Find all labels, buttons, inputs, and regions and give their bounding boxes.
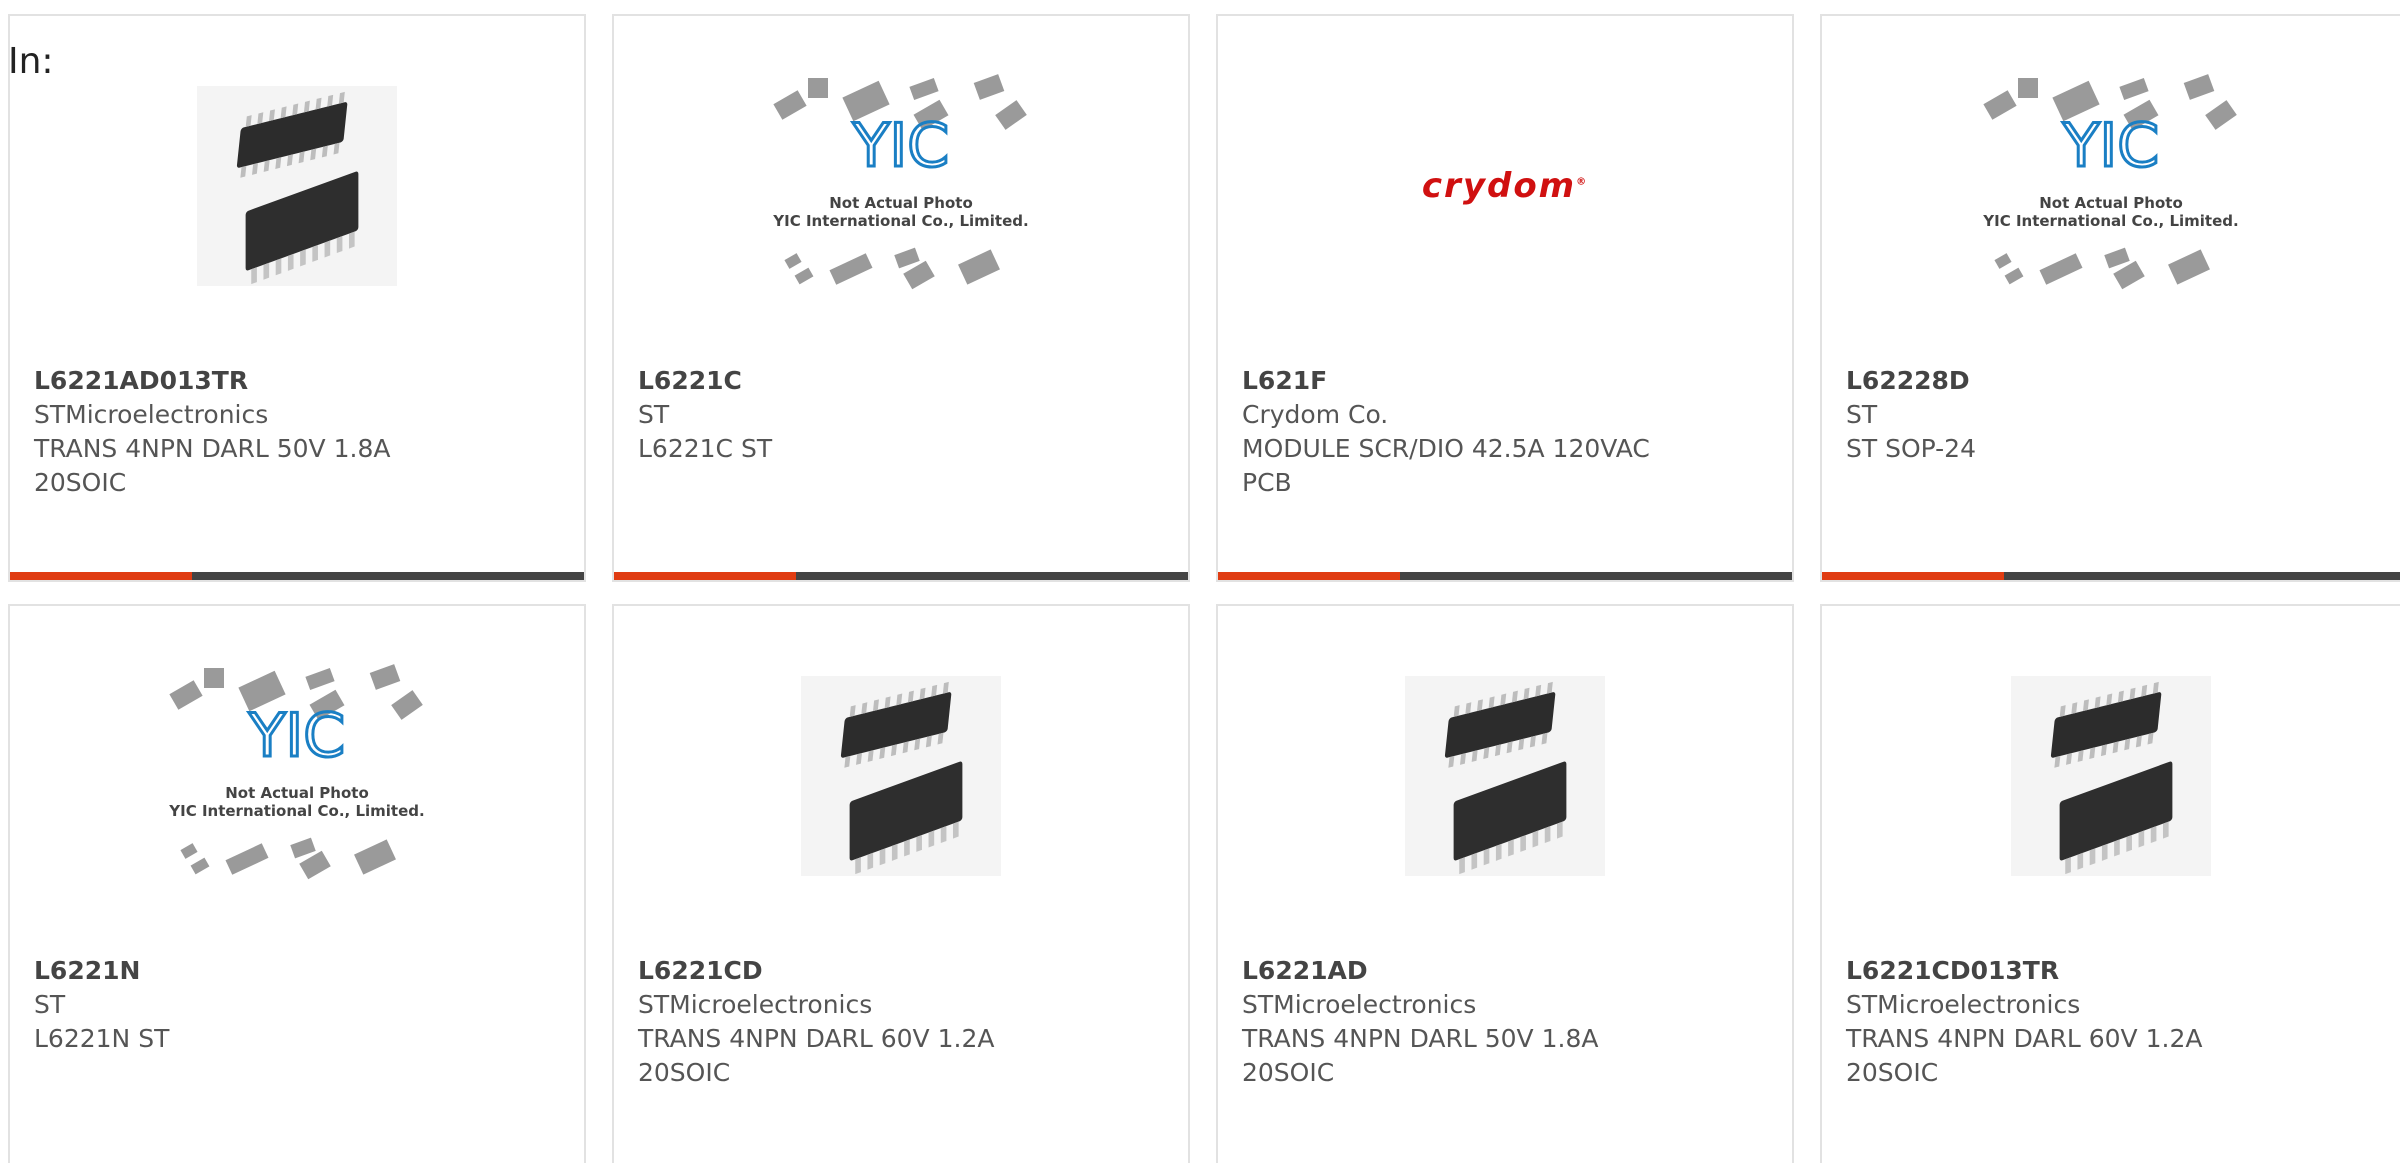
- product-card[interactable]: YIC Not Actual Photo YIC International C…: [1820, 14, 2400, 582]
- page: In: L6221AD013TR STMicroelectronics TRAN…: [0, 0, 2400, 1163]
- product-info: L62228D ST ST SOP-24: [1846, 364, 2376, 466]
- product-image: YIC Not Actual Photo YIC International C…: [1822, 16, 2400, 356]
- svg-text:Not Actual Photo: Not Actual Photo: [829, 194, 973, 212]
- product-image: [10, 16, 584, 356]
- description-line2: 20SOIC: [1846, 1058, 1939, 1087]
- soic-chips-photo-icon: [2011, 676, 2211, 876]
- product-card[interactable]: L6221CD STMicroelectronics TRANS 4NPN DA…: [612, 604, 1190, 1163]
- manufacturer: STMicroelectronics: [1846, 990, 2081, 1019]
- part-number[interactable]: L6221AD: [1242, 954, 1768, 988]
- product-card[interactable]: YIC Not Actual Photo YIC International C…: [612, 14, 1190, 582]
- card-bar-accent: [1822, 572, 2004, 580]
- card-bar: [1822, 572, 2400, 580]
- yic-logo: YIC: [248, 701, 345, 771]
- product-info: L6221CD STMicroelectronics TRANS 4NPN DA…: [638, 954, 1164, 1090]
- svg-text:YIC International Co., Limited: YIC International Co., Limited.: [168, 802, 424, 820]
- svg-text:YIC International Co., Limited: YIC International Co., Limited.: [772, 212, 1028, 230]
- manufacturer: ST: [1846, 400, 1878, 429]
- description-line2: 20SOIC: [638, 1058, 731, 1087]
- product-info: L6221AD STMicroelectronics TRANS 4NPN DA…: [1242, 954, 1768, 1090]
- yic-placeholder-icon: YIC Not Actual Photo YIC International C…: [168, 664, 425, 880]
- card-bar-accent: [10, 572, 192, 580]
- description-line2: 20SOIC: [1242, 1058, 1335, 1087]
- card-bar-accent: [1218, 572, 1400, 580]
- soic-chips-photo-icon: [801, 676, 1001, 876]
- yic-placeholder-icon: YIC Not Actual Photo YIC International C…: [1982, 74, 2239, 290]
- product-grid: L6221AD013TR STMicroelectronics TRANS 4N…: [0, 0, 2400, 1163]
- svg-text:Not Actual Photo: Not Actual Photo: [225, 784, 369, 802]
- card-bar: [614, 572, 1188, 580]
- product-image: YIC Not Actual Photo YIC International C…: [614, 16, 1188, 356]
- part-number[interactable]: L6221C: [638, 364, 1164, 398]
- in-label: In:: [8, 41, 54, 82]
- description: TRANS 4NPN DARL 60V 1.2A: [1846, 1024, 2203, 1053]
- product-card[interactable]: L6221AD STMicroelectronics TRANS 4NPN DA…: [1216, 604, 1794, 1163]
- part-number[interactable]: L6221N: [34, 954, 560, 988]
- soic-chips-photo-icon: [197, 86, 397, 286]
- product-image: crydom®: [1218, 16, 1792, 356]
- description: L6221C ST: [638, 434, 773, 463]
- product-image: YIC Not Actual Photo YIC International C…: [10, 606, 584, 946]
- description-line2: PCB: [1242, 468, 1292, 497]
- product-info: L6221N ST L6221N ST: [34, 954, 560, 1056]
- svg-text:Not Actual Photo: Not Actual Photo: [2039, 194, 2183, 212]
- product-card[interactable]: L6221CD013TR STMicroelectronics TRANS 4N…: [1820, 604, 2400, 1163]
- manufacturer: STMicroelectronics: [1242, 990, 1477, 1019]
- part-number[interactable]: L6221CD: [638, 954, 1164, 988]
- svg-text:YIC International Co., Limited: YIC International Co., Limited.: [1982, 212, 2238, 230]
- product-card[interactable]: YIC Not Actual Photo YIC International C…: [8, 604, 586, 1163]
- yic-placeholder-icon: YIC Not Actual Photo YIC International C…: [772, 74, 1029, 290]
- yic-logo: YIC: [2062, 111, 2159, 181]
- description: TRANS 4NPN DARL 50V 1.8A: [1242, 1024, 1599, 1053]
- product-info: L6221C ST L6221C ST: [638, 364, 1164, 466]
- manufacturer: STMicroelectronics: [34, 400, 269, 429]
- product-image: [1822, 606, 2400, 946]
- manufacturer: ST: [34, 990, 66, 1019]
- part-number[interactable]: L6221AD013TR: [34, 364, 560, 398]
- description-line2: 20SOIC: [34, 468, 127, 497]
- product-image: [614, 606, 1188, 946]
- soic-chips-photo-icon: [1405, 676, 1605, 876]
- part-number[interactable]: L621F: [1242, 364, 1768, 398]
- yic-logo: YIC: [852, 111, 949, 181]
- description: TRANS 4NPN DARL 60V 1.2A: [638, 1024, 995, 1053]
- manufacturer: ST: [638, 400, 670, 429]
- card-bar: [10, 572, 584, 580]
- product-info: L6221AD013TR STMicroelectronics TRANS 4N…: [34, 364, 560, 500]
- description: L6221N ST: [34, 1024, 170, 1053]
- product-card[interactable]: L6221AD013TR STMicroelectronics TRANS 4N…: [8, 14, 586, 582]
- crydom-logo-icon: crydom®: [1421, 166, 1589, 206]
- product-info: L621F Crydom Co. MODULE SCR/DIO 42.5A 12…: [1242, 364, 1768, 500]
- part-number[interactable]: L62228D: [1846, 364, 2376, 398]
- product-card[interactable]: crydom® L621F Crydom Co. MODULE SCR/DIO …: [1216, 14, 1794, 582]
- card-bar: [1218, 572, 1792, 580]
- description: MODULE SCR/DIO 42.5A 120VAC: [1242, 434, 1650, 463]
- card-bar-accent: [614, 572, 796, 580]
- description: ST SOP-24: [1846, 434, 1976, 463]
- description: TRANS 4NPN DARL 50V 1.8A: [34, 434, 391, 463]
- part-number[interactable]: L6221CD013TR: [1846, 954, 2376, 988]
- product-info: L6221CD013TR STMicroelectronics TRANS 4N…: [1846, 954, 2376, 1090]
- manufacturer: STMicroelectronics: [638, 990, 873, 1019]
- product-image: [1218, 606, 1792, 946]
- manufacturer: Crydom Co.: [1242, 400, 1389, 429]
